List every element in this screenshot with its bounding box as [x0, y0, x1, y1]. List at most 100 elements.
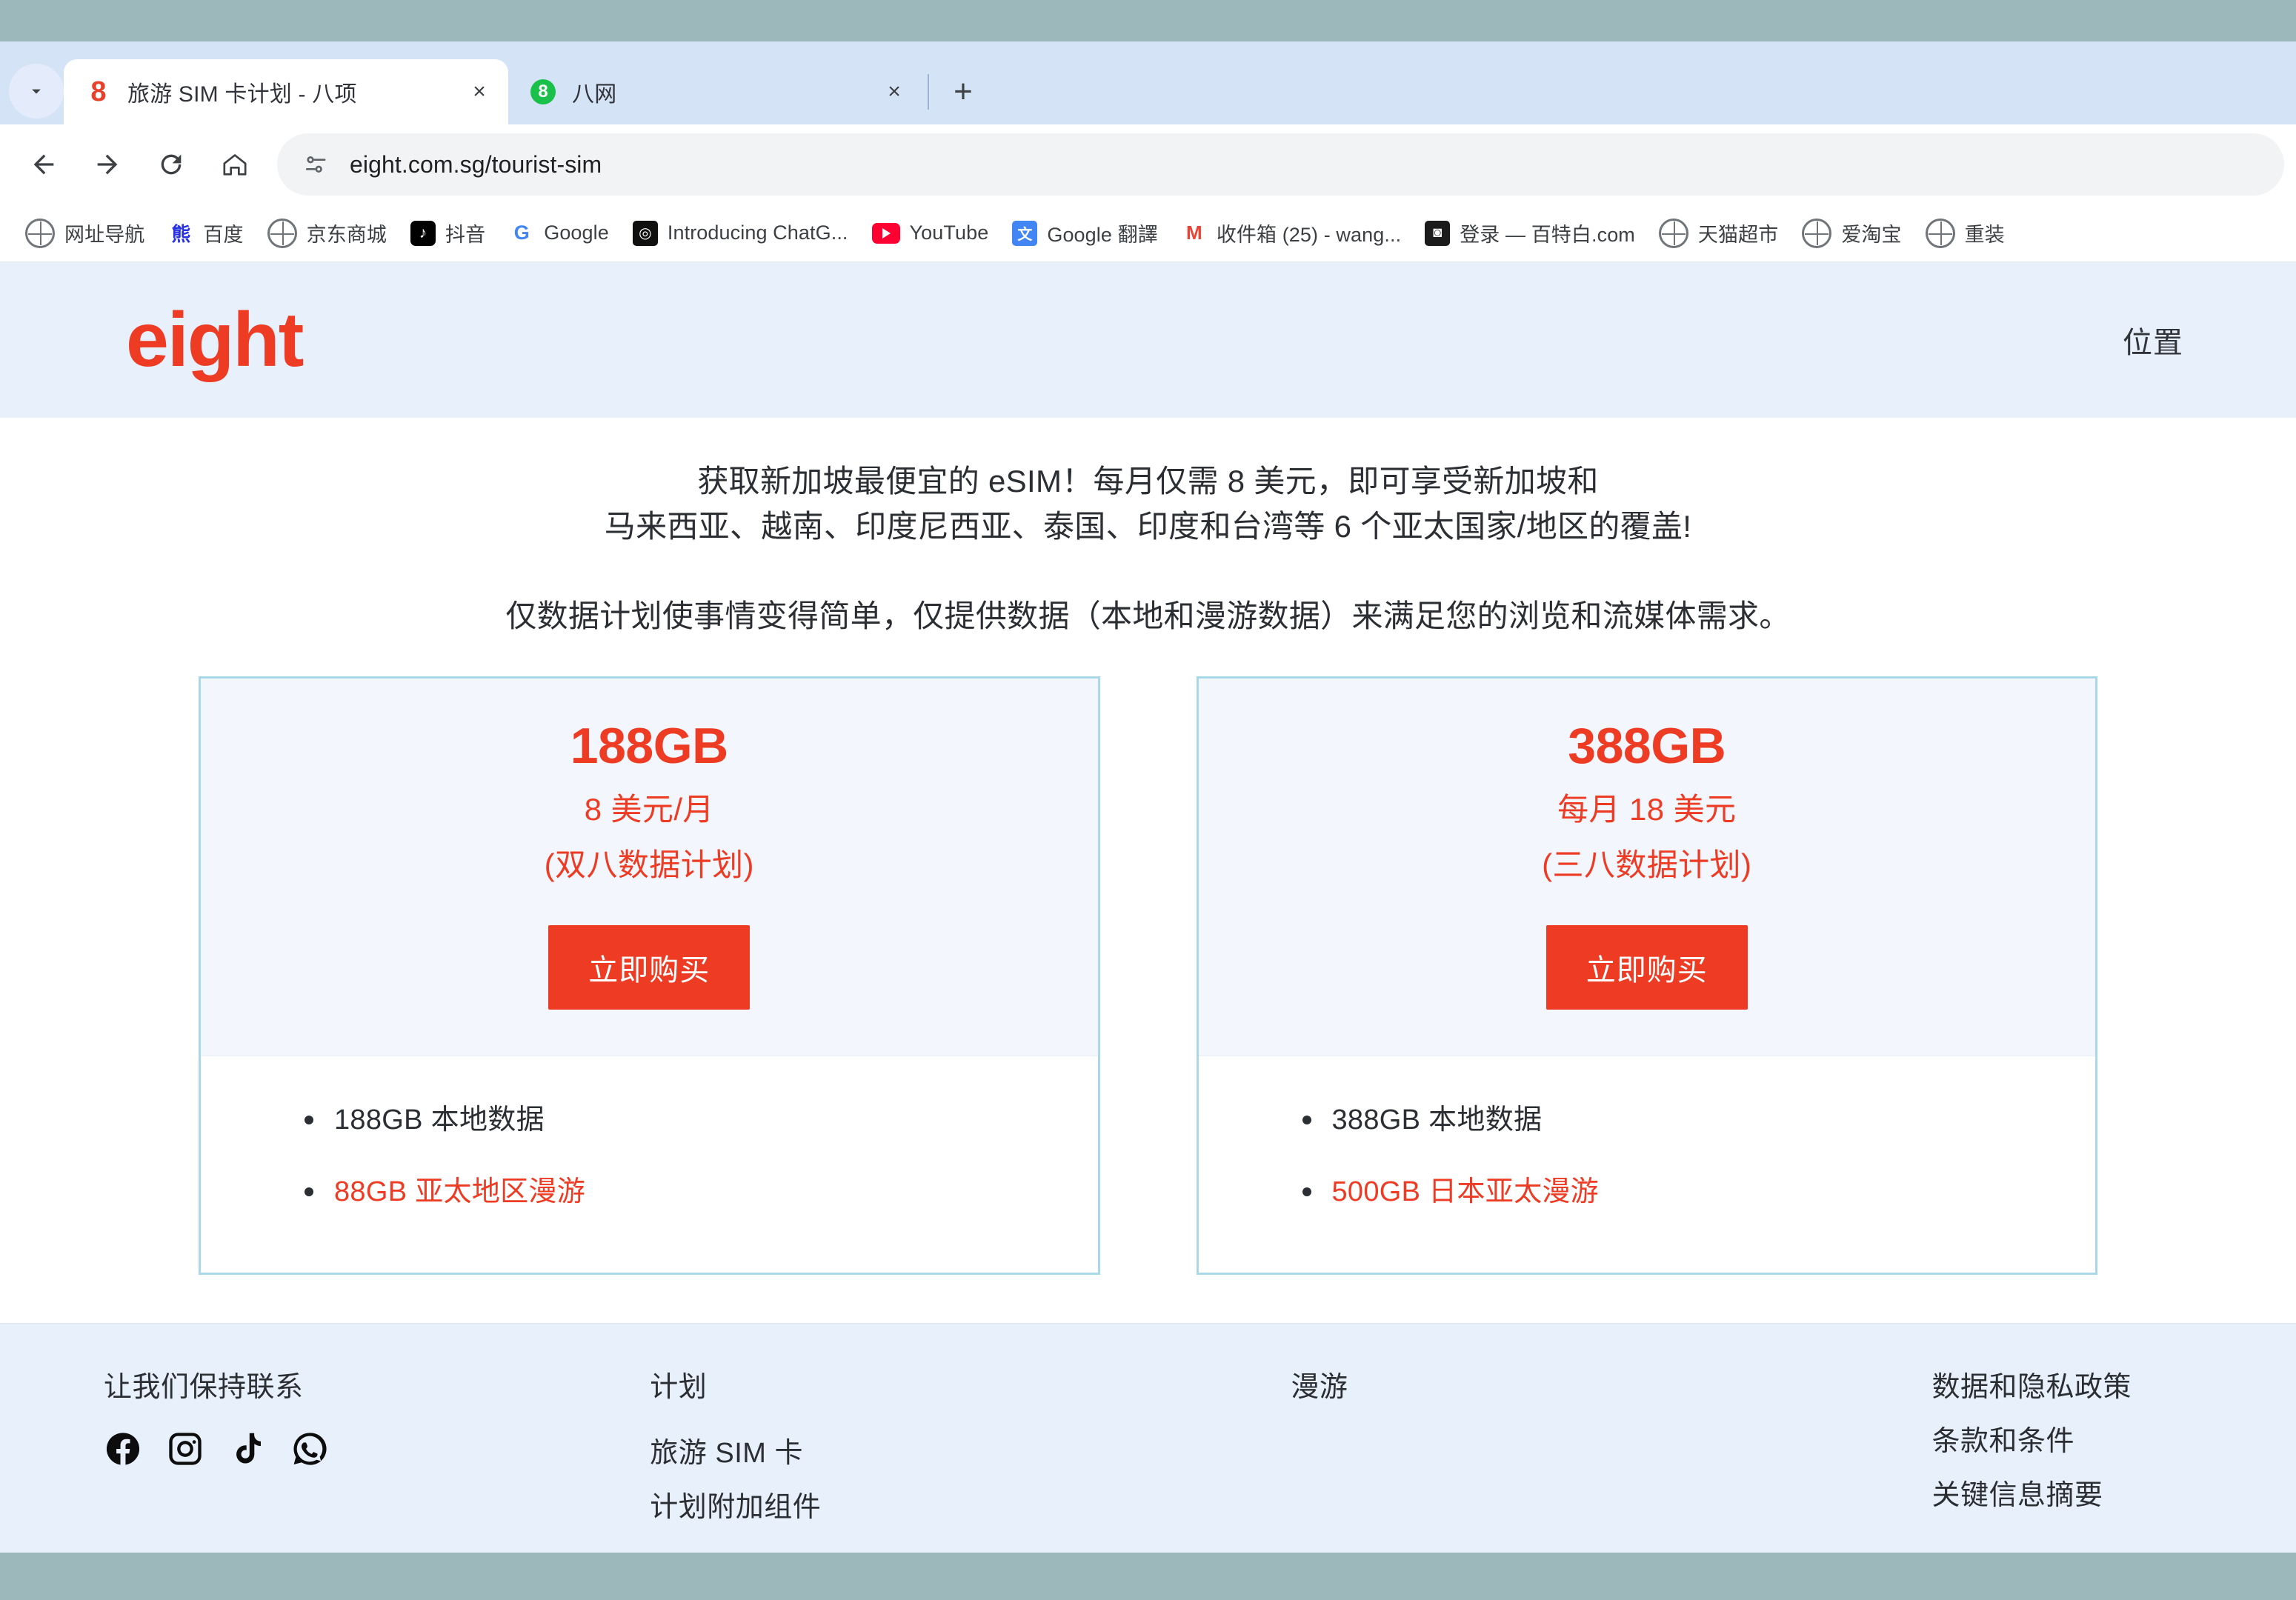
tab-title: 旅游 SIM 卡计划 - 八项	[127, 82, 357, 107]
footer-heading: 漫游	[1291, 1372, 1348, 1403]
tab-close-icon[interactable]: ×	[464, 76, 495, 107]
footer-link-plan-addons[interactable]: 计划附加组件	[650, 1484, 1291, 1524]
back-button[interactable]	[12, 133, 76, 196]
nav-location-link[interactable]: 位置	[2123, 319, 2183, 361]
tab-title: 八网	[572, 82, 617, 107]
site-header: eight 位置	[0, 262, 2296, 418]
os-bottom-bar	[0, 1553, 2296, 1600]
footer-link-privacy[interactable]: 数据和隐私政策	[1931, 1364, 2296, 1404]
footer-column-roaming: 漫游	[1291, 1364, 1931, 1553]
plan-card-header: 188GB 8 美元/月 (双八数据计划) 立即购买	[201, 678, 1098, 1057]
eight-logo-favicon: 8	[90, 76, 107, 107]
globe-icon	[1658, 218, 1688, 248]
bookmarks-bar: 网址导航 熊 百度 京东商城 ♪ 抖音 G Google ◎ Introduci…	[0, 204, 2296, 262]
plan-feature: 188GB 本地数据	[201, 1099, 1098, 1141]
bookmark-wangzhi-daohang[interactable]: 网址导航	[13, 213, 156, 254]
bullet-icon	[305, 1187, 313, 1197]
gmail-icon: M	[1181, 220, 1207, 246]
bookmark-label: 收件箱 (25) - wang...	[1216, 224, 1402, 246]
plan-feature: 500GB 日本亚太漫游	[1199, 1171, 2096, 1213]
page-info-icon[interactable]	[302, 150, 330, 179]
new-tab-button[interactable]: +	[942, 71, 984, 113]
bookmark-baidu[interactable]: 熊 百度	[156, 213, 255, 253]
plan-size: 188GB	[570, 717, 728, 774]
globe-icon	[25, 218, 55, 248]
plan-feature: 88GB 亚太地区漫游	[201, 1171, 1098, 1213]
bookmark-youtube[interactable]: YouTube	[860, 216, 1001, 250]
bookmark-label: 登录 — 百特白.com	[1460, 224, 1635, 246]
footer-column-social: 让我们保持联系	[0, 1364, 650, 1553]
page-viewport: eight 位置 获取新加坡最便宜的 eSIM！每月仅需 8 美元，即可享受新加…	[0, 262, 2296, 1553]
bookmark-label: Introducing ChatG...	[667, 221, 848, 244]
tab-eight-net[interactable]: 8 八网 ×	[508, 59, 923, 124]
bookmark-google-translate[interactable]: 文 Google 翻譯	[1000, 213, 1169, 253]
plan-feature-text: 188GB 本地数据	[334, 1104, 545, 1136]
plan-size: 388GB	[1568, 717, 1726, 774]
bookmark-douyin[interactable]: ♪ 抖音	[399, 213, 497, 253]
arrow-left-icon	[33, 154, 54, 175]
footer-link-key-info[interactable]: 关键信息摘要	[1931, 1472, 2296, 1513]
bullet-icon	[1302, 1187, 1311, 1197]
bookmark-chatgpt[interactable]: ◎ Introducing ChatG...	[621, 215, 860, 252]
tab-separator	[928, 74, 929, 110]
bullet-icon	[1302, 1116, 1311, 1125]
plan-feature-text: 88GB 亚太地区漫游	[334, 1176, 586, 1208]
footer-link-terms[interactable]: 条款和条件	[1931, 1418, 2296, 1459]
footer-heading: 计划	[650, 1372, 708, 1403]
plan-note: (三八数据计划)	[1542, 847, 1752, 883]
bookmark-aitaobao[interactable]: 爱淘宝	[1790, 213, 1913, 254]
hero-line-1: 获取新加坡最便宜的 eSIM！每月仅需 8 美元，即可享受新加坡和	[697, 464, 1599, 499]
footer-column-legal: 数据和隐私政策 条款和条件 关键信息摘要	[1931, 1364, 2296, 1553]
arrow-right-icon	[97, 154, 118, 175]
bookmark-label: 百度	[203, 224, 244, 246]
tab-close-icon[interactable]: ×	[879, 76, 910, 107]
bookmark-google[interactable]: G Google	[497, 215, 621, 252]
google-translate-icon: 文	[1012, 220, 1038, 246]
plan-card-features: 388GB 本地数据 500GB 日本亚太漫游	[1198, 1056, 2096, 1273]
tiktok-icon[interactable]	[228, 1430, 267, 1468]
bookmark-label: 爱淘宝	[1841, 224, 1902, 246]
tab-search-button[interactable]	[9, 64, 64, 119]
chatgpt-icon: ◎	[632, 220, 658, 246]
hero-line-3: 仅数据计划使事情变得简单，仅提供数据（本地和漫游数据）来满足您的浏览和流媒体需求…	[505, 598, 1791, 633]
bookmark-label: 重装	[1964, 224, 2005, 246]
tab-strip: 8 旅游 SIM 卡计划 - 八项 × 8 八网 × +	[0, 41, 2296, 124]
plan-card-388gb: 388GB 每月 18 美元 (三八数据计划) 立即购买 388GB 本地数据 …	[1196, 676, 2097, 1276]
bookmark-gmail-inbox[interactable]: M 收件箱 (25) - wang...	[1170, 213, 1413, 253]
bookmark-tmall-supermarket[interactable]: 天猫超市	[1647, 213, 1790, 254]
home-button[interactable]	[203, 133, 267, 196]
plan-feature-text: 500GB 日本亚太漫游	[1331, 1176, 1599, 1208]
whatsapp-icon[interactable]	[290, 1430, 329, 1468]
reload-button[interactable]	[139, 133, 203, 196]
plan-feature-text: 388GB 本地数据	[1331, 1104, 1543, 1136]
google-icon: G	[509, 220, 535, 246]
youtube-icon	[871, 222, 900, 244]
forward-button[interactable]	[76, 133, 139, 196]
bookmark-baitebai-login[interactable]: ◙ 登录 — 百特白.com	[1413, 213, 1647, 253]
instagram-icon[interactable]	[166, 1430, 204, 1468]
plan-card-header: 388GB 每月 18 美元 (三八数据计划) 立即购买	[1198, 678, 2095, 1057]
browser-window: 8 旅游 SIM 卡计划 - 八项 × 8 八网 × + eight.com.s…	[0, 41, 2296, 1553]
reload-icon	[161, 154, 182, 175]
footer-column-plans: 计划 旅游 SIM 卡 计划附加组件	[650, 1364, 1291, 1553]
bookmark-jd[interactable]: 京东商城	[256, 213, 399, 254]
footer-link-tourist-sim[interactable]: 旅游 SIM 卡	[650, 1430, 1291, 1470]
plan-cards: 188GB 8 美元/月 (双八数据计划) 立即购买 188GB 本地数据 88…	[0, 676, 2296, 1276]
address-bar[interactable]: eight.com.sg/tourist-sim	[277, 133, 2284, 196]
browser-toolbar: eight.com.sg/tourist-sim	[0, 124, 2296, 204]
url-text: eight.com.sg/tourist-sim	[350, 150, 602, 178]
plan-card-188gb: 188GB 8 美元/月 (双八数据计划) 立即购买 188GB 本地数据 88…	[199, 676, 1100, 1276]
bookmark-label: 抖音	[445, 224, 486, 246]
buy-now-button[interactable]: 立即购买	[1545, 925, 1748, 1010]
tab-tourist-sim[interactable]: 8 旅游 SIM 卡计划 - 八项 ×	[64, 59, 508, 124]
facebook-icon[interactable]	[104, 1430, 142, 1468]
bookmark-label: Google	[544, 221, 609, 244]
bookmark-chongzhuang[interactable]: 重装	[1914, 213, 2017, 254]
bookmark-label: 网址导航	[64, 224, 145, 246]
plan-price: 每月 18 美元	[1557, 792, 1737, 827]
eight-logo[interactable]: eight	[126, 301, 304, 379]
dark-square-icon: ◙	[1425, 220, 1451, 246]
buy-now-button[interactable]: 立即购买	[548, 925, 751, 1010]
bookmark-label: 天猫超市	[1697, 224, 1779, 246]
globe-icon	[1925, 218, 1955, 248]
